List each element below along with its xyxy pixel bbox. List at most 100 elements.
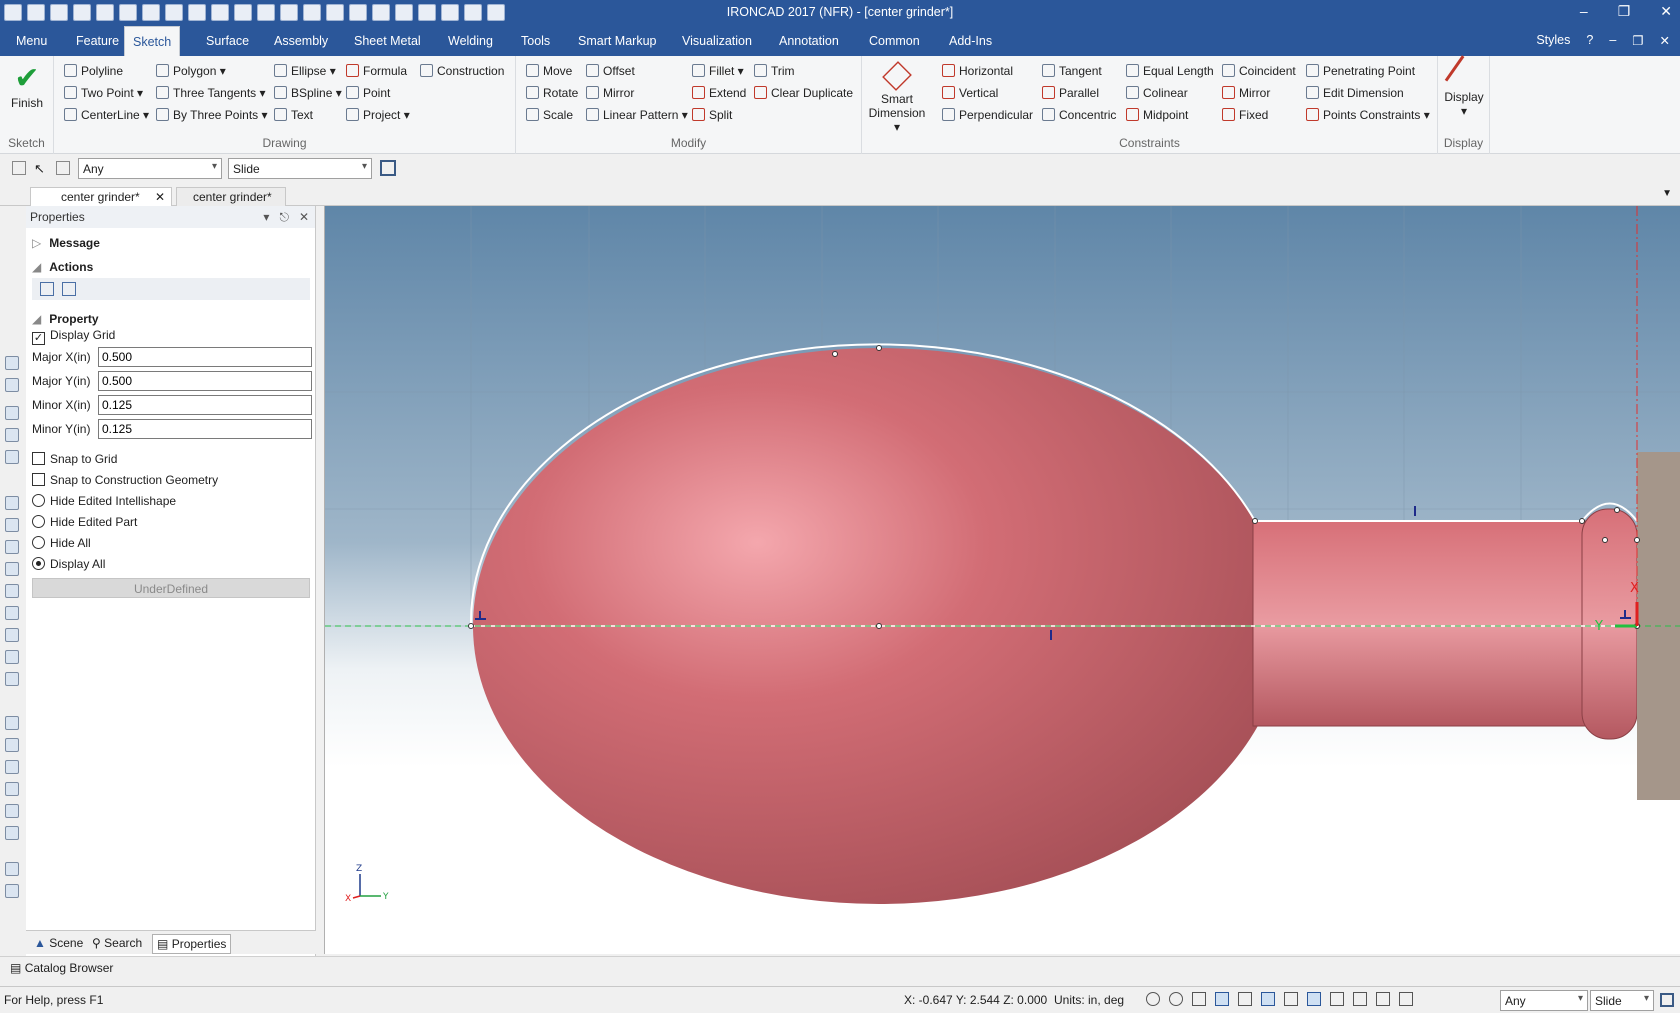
hand-icon[interactable] (1353, 992, 1367, 1006)
penetrating-point-button[interactable]: Penetrating Point (1306, 61, 1415, 81)
linear-pattern-button[interactable]: Linear Pattern ▾ (586, 105, 688, 125)
minimize-icon[interactable]: – (1580, 3, 1588, 20)
close-tab-icon[interactable]: ✕ (155, 188, 165, 206)
two-point-button[interactable]: Two Point ▾ (64, 83, 143, 103)
cube-icon[interactable] (5, 606, 19, 620)
render-mode-icon[interactable] (1261, 992, 1275, 1006)
hide-all-radio[interactable]: Hide All (32, 536, 91, 550)
project-button[interactable]: Project ▾ (346, 105, 410, 125)
tool-icon[interactable] (5, 884, 19, 898)
hierarchy-icon[interactable] (1660, 993, 1674, 1007)
property-section[interactable]: ◢ Property (32, 312, 99, 326)
selection-filter-select[interactable]: Any (78, 158, 222, 179)
cube-icon[interactable] (5, 496, 19, 510)
snap-grid-checkbox[interactable]: Snap to Grid (32, 452, 117, 466)
fillet-button[interactable]: Fillet ▾ (692, 61, 744, 81)
panel-dropdown-icon[interactable]: ▾ (263, 206, 269, 228)
coincident-button[interactable]: Coincident (1222, 61, 1296, 81)
tab-annotation[interactable]: Annotation (771, 26, 847, 56)
vertical-button[interactable]: Vertical (942, 83, 998, 103)
tool-icon[interactable] (5, 738, 19, 752)
three-tangents-button[interactable]: Three Tangents ▾ (156, 83, 266, 103)
polyline-button[interactable]: Polyline (64, 61, 123, 81)
grinder-end-cap[interactable] (1581, 508, 1638, 740)
tool-icon[interactable] (5, 378, 19, 392)
camera-icon[interactable] (1330, 992, 1344, 1006)
major-y-input[interactable] (98, 371, 312, 391)
snap-construction-checkbox[interactable]: Snap to Construction Geometry (32, 473, 218, 487)
cube-icon[interactable] (5, 584, 19, 598)
tab-sketch[interactable]: Sketch (124, 26, 181, 56)
points-constraints-button[interactable]: Points Constraints ▾ (1306, 105, 1430, 125)
mirror-button[interactable]: Mirror (586, 83, 634, 103)
tab-menu[interactable]: Menu (8, 26, 55, 56)
scene-canvas[interactable]: Y X Z Y X (325, 206, 1680, 954)
display-grid-checkbox[interactable]: ✓ Display Grid (32, 328, 115, 345)
midpoint-button[interactable]: Midpoint (1126, 105, 1188, 125)
grinder-part[interactable] (325, 206, 1680, 904)
tab-properties[interactable]: ▤ Properties (152, 934, 232, 954)
cube-icon[interactable] (5, 672, 19, 686)
major-x-input[interactable] (98, 347, 312, 367)
hide-edited-intellishape-radio[interactable]: Hide Edited Intellishape (32, 494, 176, 508)
view-cube-icon[interactable] (1215, 992, 1229, 1006)
edit-dimension-button[interactable]: Edit Dimension (1306, 83, 1404, 103)
select-arrow-icon[interactable] (1376, 992, 1390, 1006)
colinear-button[interactable]: Colinear (1126, 83, 1188, 103)
actions-section[interactable]: ◢ Actions (32, 260, 93, 274)
tab-smart-markup[interactable]: Smart Markup (570, 26, 665, 56)
close-icon[interactable]: ✕ (1660, 3, 1672, 20)
trim-button[interactable]: Trim (754, 61, 795, 81)
horizontal-button[interactable]: Horizontal (942, 61, 1013, 81)
tab-feature[interactable]: Feature (68, 26, 127, 56)
panel-close-icon[interactable]: ✕ (299, 206, 309, 228)
restore-icon[interactable]: ❐ (1618, 3, 1631, 20)
concentric-button[interactable]: Concentric (1042, 105, 1116, 125)
by-three-points-button[interactable]: By Three Points ▾ (156, 105, 268, 125)
tab-scene[interactable]: ▲ Scene (30, 934, 87, 954)
tool-icon[interactable] (5, 760, 19, 774)
cube-icon[interactable] (5, 518, 19, 532)
equal-length-button[interactable]: Equal Length (1126, 61, 1214, 81)
offset-button[interactable]: Offset (586, 61, 635, 81)
tab-assembly[interactable]: Assembly (266, 26, 336, 56)
fixed-button[interactable]: Fixed (1222, 105, 1268, 125)
ribbon-restore-icon[interactable]: ❐ (1632, 33, 1643, 48)
tool-icon[interactable] (5, 428, 19, 442)
visibility-icon[interactable] (1284, 992, 1298, 1006)
tab-common[interactable]: Common (861, 26, 928, 56)
bspline-button[interactable]: BSpline ▾ (274, 83, 342, 103)
tab-visualization[interactable]: Visualization (674, 26, 760, 56)
tool-icon[interactable] (5, 862, 19, 876)
styles-menu[interactable]: Styles (1536, 33, 1570, 48)
help-icon[interactable]: ? (1586, 33, 1593, 48)
tool-icon[interactable] (5, 406, 19, 420)
extend-button[interactable]: Extend (692, 83, 746, 103)
ribbon-close-icon[interactable]: ✕ (1660, 33, 1670, 48)
constraint-mirror-button[interactable]: Mirror (1222, 83, 1270, 103)
grinder-shaft[interactable] (1252, 520, 1588, 727)
tab-add-ins[interactable]: Add-Ins (941, 26, 1000, 56)
tool-icon[interactable] (5, 826, 19, 840)
edit-sketch-icon[interactable] (40, 282, 54, 296)
pin-icon[interactable]: ⎋ (279, 206, 289, 228)
tool-icon[interactable] (5, 716, 19, 730)
calendar-icon[interactable] (62, 282, 76, 296)
tab-welding[interactable]: Welding (440, 26, 501, 56)
cube-icon[interactable] (5, 540, 19, 554)
tab-surface[interactable]: Surface (198, 26, 257, 56)
minor-y-input[interactable] (98, 419, 312, 439)
pick-filter-icon[interactable] (12, 161, 26, 175)
zoom-icon[interactable] (1146, 992, 1160, 1006)
zoom-window-icon[interactable] (1169, 992, 1183, 1006)
select-arrow-icon[interactable]: ↖ (34, 161, 45, 177)
move-button[interactable]: Move (526, 61, 572, 81)
view-orient-icon[interactable] (1192, 992, 1206, 1006)
tool-icon[interactable] (5, 450, 19, 464)
rotate-button[interactable]: Rotate (526, 83, 578, 103)
tangent-button[interactable]: Tangent (1042, 61, 1102, 81)
formula-button[interactable]: Formula (346, 61, 407, 81)
3d-viewport[interactable]: Y X Z Y X (324, 206, 1680, 954)
parallel-button[interactable]: Parallel (1042, 83, 1099, 103)
centerline-button[interactable]: CenterLine ▾ (64, 105, 149, 125)
